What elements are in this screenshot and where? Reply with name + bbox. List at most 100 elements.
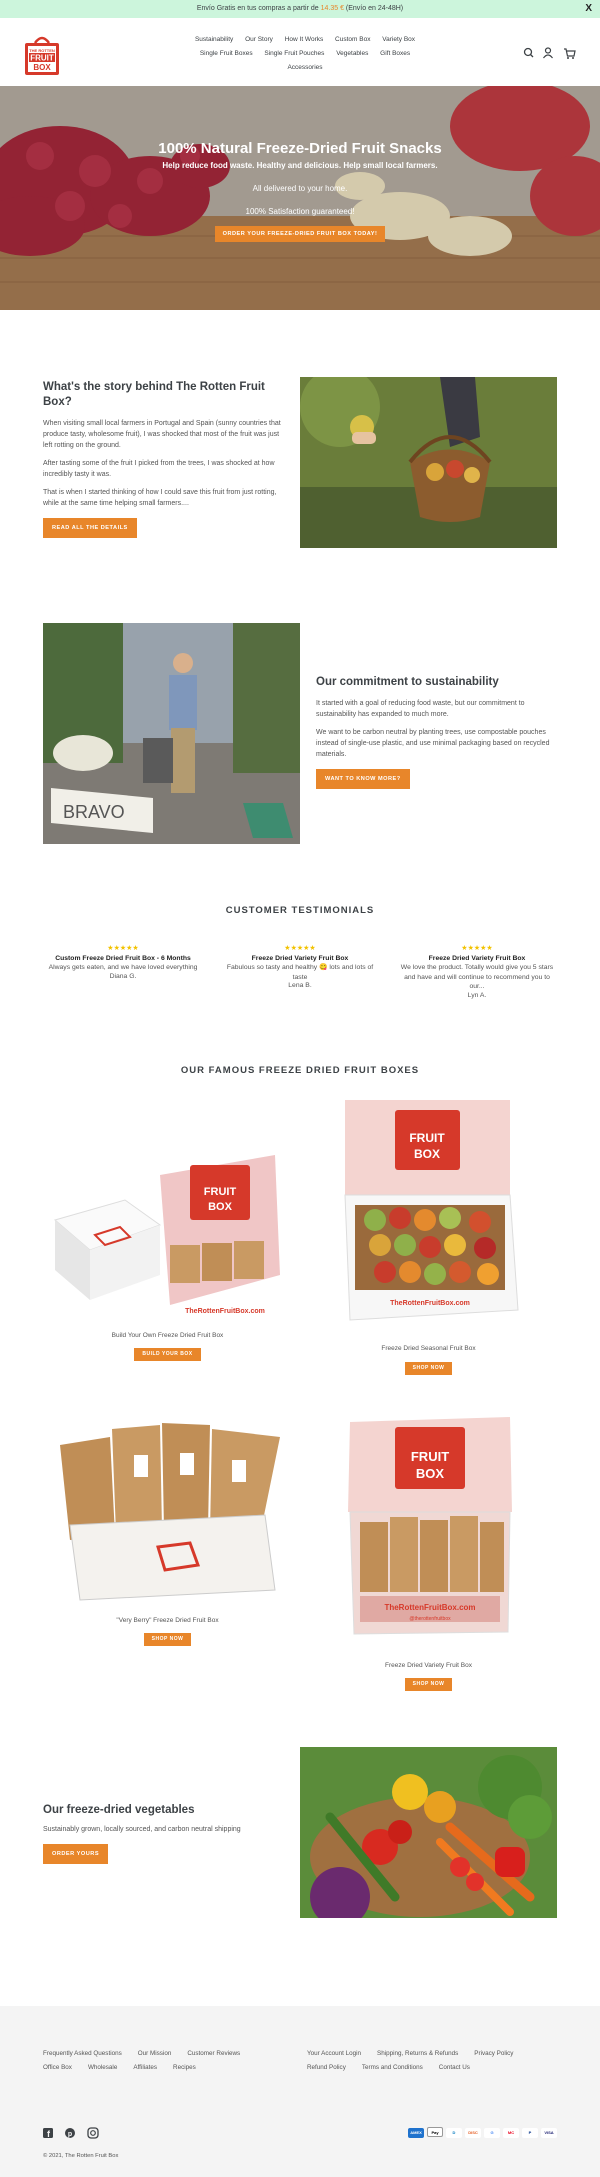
order-yours-button[interactable]: ORDER YOURS bbox=[43, 1844, 109, 1864]
nav-single-fruit-boxes[interactable]: Single Fruit Boxes bbox=[200, 50, 253, 57]
testimonial-card: ★★★★★ Custom Freeze Dried Fruit Box - 6 … bbox=[43, 944, 203, 999]
nav-sustainability[interactable]: Sustainability bbox=[195, 36, 233, 43]
testimonial-product[interactable]: Freeze Dried Variety Fruit Box bbox=[397, 955, 557, 962]
nav-variety-box[interactable]: Variety Box bbox=[382, 36, 415, 43]
site-logo[interactable]: THE ROTTEN FRUIT BOX bbox=[23, 33, 61, 77]
footer-links-2: Your Account Login Shipping, Returns & Re… bbox=[307, 2047, 567, 2075]
vegetables-image bbox=[300, 1747, 557, 1927]
account-icon[interactable] bbox=[543, 47, 553, 59]
story-title: What's the story behind The Rotten Fruit… bbox=[43, 381, 265, 408]
rating-stars: ★★★★★ bbox=[284, 945, 316, 952]
google-pay-icon: G bbox=[484, 2128, 500, 2138]
main-nav: Sustainability Our Story How It Works Cu… bbox=[160, 33, 450, 75]
shop-now-button[interactable]: SHOP NOW bbox=[404, 1362, 453, 1375]
testimonial-text: Always gets eaten, and we have loved eve… bbox=[48, 964, 198, 971]
footer-link-affiliates[interactable]: Affiliates bbox=[133, 2064, 157, 2071]
facebook-icon[interactable]: f bbox=[43, 2128, 53, 2139]
testimonial-card: ★★★★★ Freeze Dried Variety Fruit Box We … bbox=[397, 944, 557, 999]
footer-link-contact[interactable]: Contact Us bbox=[439, 2064, 470, 2071]
commitment-cta-button[interactable]: WANT TO KNOW MORE? bbox=[316, 769, 410, 789]
close-announcement-button[interactable]: X bbox=[585, 0, 592, 18]
box-tag: @therottenfruitbox bbox=[409, 1616, 451, 1622]
box-logo-fruit: FRUIT bbox=[409, 1131, 445, 1145]
shop-now-button[interactable]: SHOP NOW bbox=[143, 1633, 192, 1646]
nav-our-story[interactable]: Our Story bbox=[245, 36, 273, 43]
story-paragraph-3: That is when I started thinking of how I… bbox=[43, 489, 277, 507]
footer-link-refund[interactable]: Refund Policy bbox=[307, 2064, 346, 2071]
commitment-paragraph-1: It started with a goal of reducing food … bbox=[316, 700, 525, 718]
commitment-image: BRAVO bbox=[43, 623, 300, 844]
box-image-custom[interactable]: FRUIT BOX TheRottenFruitBox.com bbox=[50, 1105, 285, 1325]
footer-link-wholesale[interactable]: Wholesale bbox=[88, 2064, 117, 2071]
rating-stars: ★★★★★ bbox=[107, 945, 139, 952]
testimonial-product[interactable]: Custom Freeze Dried Fruit Box - 6 Months bbox=[43, 955, 203, 962]
shop-now-button[interactable]: SHOP NOW bbox=[404, 1678, 453, 1691]
footer-link-account[interactable]: Your Account Login bbox=[307, 2050, 361, 2057]
svg-text:BOX: BOX bbox=[33, 63, 51, 72]
vegetables-title: Our freeze-dried vegetables bbox=[43, 1804, 195, 1816]
hero-title: 100% Natural Freeze-Dried Fruit Snacks bbox=[158, 140, 442, 157]
nav-vegetables[interactable]: Vegetables bbox=[336, 50, 368, 57]
nav-accessories[interactable]: Accessories bbox=[287, 64, 322, 71]
nav-single-fruit-pouches[interactable]: Single Fruit Pouches bbox=[264, 50, 324, 57]
box-url: TheRottenFruitBox.com bbox=[390, 1300, 470, 1307]
box-image-variety[interactable]: FRUIT BOX TheRottenFruitBox.com @therott… bbox=[340, 1412, 520, 1640]
footer-link-terms[interactable]: Terms and Conditions bbox=[362, 2064, 423, 2071]
testimonial-product[interactable]: Freeze Dried Variety Fruit Box bbox=[220, 955, 380, 962]
header-icons bbox=[520, 46, 580, 60]
box-image-very-berry[interactable] bbox=[50, 1415, 285, 1605]
box-name[interactable]: "Very Berry" Freeze Dried Fruit Box bbox=[50, 1617, 285, 1624]
testimonial-text: Fabulous so tasty and healthy 😋 lots and… bbox=[226, 964, 374, 981]
box-url: TheRottenFruitBox.com bbox=[185, 1308, 265, 1315]
build-your-box-button[interactable]: BUILD YOUR BOX bbox=[134, 1348, 201, 1361]
footer-link-reviews[interactable]: Customer Reviews bbox=[187, 2050, 240, 2057]
visa-icon: VISA bbox=[541, 2128, 557, 2138]
bravo-sign: BRAVO bbox=[63, 802, 125, 822]
box-image-seasonal[interactable]: FRUIT BOX TheRottenFruitBox.com bbox=[330, 1100, 525, 1325]
story-cta-button[interactable]: READ ALL THE DETAILS bbox=[43, 518, 137, 538]
nav-custom-box[interactable]: Custom Box bbox=[335, 36, 370, 43]
diners-icon: D bbox=[446, 2128, 462, 2138]
pinterest-icon[interactable]: p bbox=[65, 2128, 75, 2138]
footer-link-recipes[interactable]: Recipes bbox=[173, 2064, 196, 2071]
box-name[interactable]: Build Your Own Freeze Dried Fruit Box bbox=[50, 1332, 285, 1339]
nav-gift-boxes[interactable]: Gift Boxes bbox=[380, 50, 410, 57]
testimonial-text: We love the product. Totally would give … bbox=[400, 964, 554, 990]
box-cta-wrap: BUILD YOUR BOX bbox=[50, 1348, 285, 1361]
footer-link-faq[interactable]: Frequently Asked Questions bbox=[43, 2050, 122, 2057]
testimonial-card: ★★★★★ Freeze Dried Variety Fruit Box Fab… bbox=[220, 944, 380, 999]
testimonial-author: Diana G. bbox=[109, 972, 137, 980]
cart-icon[interactable] bbox=[564, 48, 576, 59]
vegetables-section: Our freeze-dried vegetables Sustainably … bbox=[43, 1804, 288, 1864]
box-logo-box: BOX bbox=[208, 1201, 233, 1213]
payment-icons: AMEX Pay D DISC G MC P VISA bbox=[405, 2127, 557, 2139]
nav-row-3: Accessories bbox=[160, 61, 450, 75]
copyright: © 2021, The Rotten Fruit Box bbox=[43, 2153, 119, 2159]
search-icon[interactable] bbox=[523, 47, 534, 58]
story-section: What's the story behind The Rotten Fruit… bbox=[43, 380, 288, 538]
footer-link-mission[interactable]: Our Mission bbox=[138, 2050, 172, 2057]
footer bbox=[0, 2006, 600, 2177]
instagram-icon[interactable] bbox=[87, 2127, 99, 2139]
box-logo-box: BOX bbox=[414, 1147, 440, 1161]
story-paragraph-2: After tasting some of the fruit I picked… bbox=[43, 460, 275, 478]
box-name[interactable]: Freeze Dried Variety Fruit Box bbox=[300, 1662, 557, 1669]
testimonials-list: ★★★★★ Custom Freeze Dried Fruit Box - 6 … bbox=[43, 944, 557, 999]
story-paragraph-1: When visiting small local farmers in Por… bbox=[43, 420, 281, 449]
mastercard-icon: MC bbox=[503, 2128, 519, 2138]
apple-pay-icon: Pay bbox=[427, 2127, 443, 2137]
footer-link-office-box[interactable]: Office Box bbox=[43, 2064, 72, 2071]
box-cta-wrap: SHOP NOW bbox=[300, 1362, 557, 1375]
nav-how-it-works[interactable]: How It Works bbox=[285, 36, 324, 43]
social-links: f p bbox=[43, 2127, 113, 2139]
footer-link-privacy[interactable]: Privacy Policy bbox=[474, 2050, 513, 2057]
hero-cta-button[interactable]: ORDER YOUR FREEZE-DRIED FRUIT BOX TODAY! bbox=[214, 226, 386, 242]
vegetables-text: Sustainably grown, locally sourced, and … bbox=[43, 1826, 241, 1833]
footer-link-shipping[interactable]: Shipping, Returns & Refunds bbox=[377, 2050, 458, 2057]
nav-row-2: Single Fruit Boxes Single Fruit Pouches … bbox=[160, 47, 450, 61]
box-name[interactable]: Freeze Dried Seasonal Fruit Box bbox=[300, 1345, 557, 1352]
hero-line-1: Help reduce food waste. Healthy and deli… bbox=[162, 161, 438, 170]
box-logo-fruit: FRUIT bbox=[411, 1449, 449, 1464]
announcement-bar: Envío Gratis en tus compras a partir de … bbox=[0, 0, 600, 18]
announcement-text: Envío Gratis en tus compras a partir de bbox=[196, 5, 321, 12]
